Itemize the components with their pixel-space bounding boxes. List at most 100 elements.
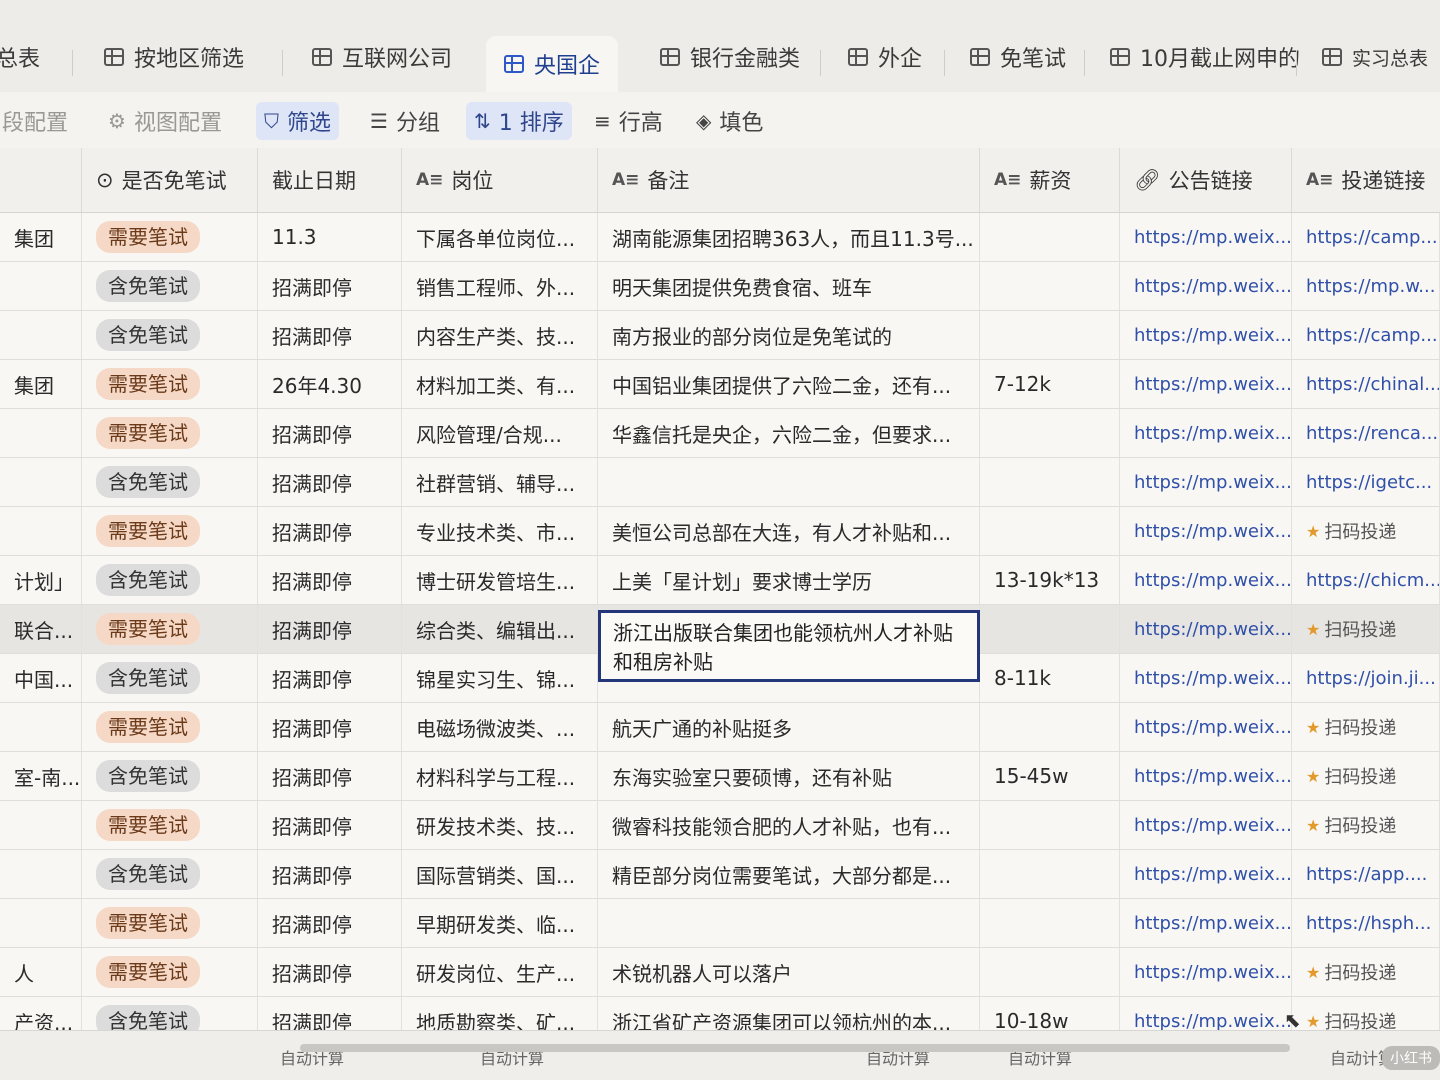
field-config-button[interactable]: 段配置: [0, 102, 76, 140]
exam-cell[interactable]: 需要笔试: [82, 605, 258, 653]
horizontal-scrollbar[interactable]: [300, 1044, 1290, 1052]
salary-cell[interactable]: [980, 948, 1120, 996]
table-row[interactable]: 集团 需要笔试 26年4.30 材料加工类、有... 中国铝业集团提供了六险二金，还有.…: [0, 360, 1440, 409]
row-height-button[interactable]: ≡ 行高: [586, 102, 671, 140]
position-cell[interactable]: 博士研发管培生...: [402, 556, 598, 604]
notice-link-cell[interactable]: https://mp.weix...: [1120, 360, 1292, 408]
table-row[interactable]: 含免笔试 招满即停 社群营销、辅导... https://mp.weix... http…: [0, 458, 1440, 507]
tab-oct-deadline[interactable]: 10月截止网申的: [1110, 30, 1300, 84]
salary-cell[interactable]: [980, 458, 1120, 506]
table-row[interactable]: 含免笔试 招满即停 内容生产类、技... 南方报业的部分岗位是免笔试的 https://…: [0, 311, 1440, 360]
apply-link-cell[interactable]: https://renca...: [1292, 409, 1440, 457]
deadline-cell[interactable]: 招满即停: [258, 801, 402, 849]
position-cell[interactable]: 早期研发类、临...: [402, 899, 598, 947]
salary-cell[interactable]: 7-12k: [980, 360, 1120, 408]
table-row[interactable]: 需要笔试 招满即停 专业技术类、市... 美恒公司总部在大连，有人才补贴和... htt…: [0, 507, 1440, 556]
position-cell[interactable]: 销售工程师、外...: [402, 262, 598, 310]
notice-link-cell[interactable]: https://mp.weix...: [1120, 948, 1292, 996]
company-cell[interactable]: 计划」: [0, 556, 82, 604]
apply-link-cell[interactable]: https://join.ji...: [1292, 654, 1440, 702]
deadline-cell[interactable]: 招满即停: [258, 311, 402, 359]
table-row[interactable]: 需要笔试 招满即停 电磁场微波类、... 航天广通的补贴挺多 https://mp.we…: [0, 703, 1440, 752]
note-cell[interactable]: 明天集团提供免费食宿、班车: [598, 262, 980, 310]
exam-cell[interactable]: 需要笔试: [82, 507, 258, 555]
notice-link-cell[interactable]: https://mp.weix...: [1120, 605, 1292, 653]
note-cell[interactable]: 精臣部分岗位需要笔试，大部分都是...: [598, 850, 980, 898]
table-row[interactable]: 集团 需要笔试 11.3 下属各单位岗位... 湖南能源集团招聘363人，而且11.3号…: [0, 213, 1440, 262]
notice-link-cell[interactable]: https://mp.weix...: [1120, 654, 1292, 702]
table-row[interactable]: 室-南... 含免笔试 招满即停 材料科学与工程... 东海实验室只要硕博，还有补贴 15…: [0, 752, 1440, 801]
apply-link-cell[interactable]: https://chicm...: [1292, 556, 1440, 604]
company-cell[interactable]: [0, 801, 82, 849]
tab-all[interactable]: 总表: [0, 30, 40, 84]
deadline-cell[interactable]: 招满即停: [258, 948, 402, 996]
apply-link-cell[interactable]: ★ 扫码投递: [1292, 801, 1440, 849]
salary-cell[interactable]: [980, 801, 1120, 849]
company-cell[interactable]: 集团: [0, 360, 82, 408]
apply-link-cell[interactable]: ★ 扫码投递: [1292, 752, 1440, 800]
note-cell[interactable]: 术锐机器人可以落户: [598, 948, 980, 996]
notice-link-cell[interactable]: https://mp.weix...: [1120, 556, 1292, 604]
exam-cell[interactable]: 含免笔试: [82, 262, 258, 310]
tab-by-region[interactable]: 按地区筛选: [104, 30, 244, 84]
exam-cell[interactable]: 需要笔试: [82, 703, 258, 751]
fill-color-button[interactable]: ◈ 填色: [688, 102, 771, 140]
header-salary[interactable]: A≡ 薪资: [980, 148, 1120, 212]
header-notice-link[interactable]: 🔗︎ 公告链接: [1120, 148, 1292, 212]
exam-cell[interactable]: 需要笔试: [82, 213, 258, 261]
deadline-cell[interactable]: 11.3: [258, 213, 402, 261]
tab-internship[interactable]: 实习总表: [1322, 30, 1428, 84]
exam-cell[interactable]: 含免笔试: [82, 850, 258, 898]
company-cell[interactable]: [0, 262, 82, 310]
apply-link-cell[interactable]: ★ 扫码投递: [1292, 703, 1440, 751]
salary-cell[interactable]: [980, 409, 1120, 457]
header-note[interactable]: A≡ 备注: [598, 148, 980, 212]
exam-cell[interactable]: 需要笔试: [82, 360, 258, 408]
salary-cell[interactable]: [980, 703, 1120, 751]
note-cell[interactable]: 上美「星计划」要求博士学历: [598, 556, 980, 604]
position-cell[interactable]: 下属各单位岗位...: [402, 213, 598, 261]
position-cell[interactable]: 风险管理/合规...: [402, 409, 598, 457]
notice-link-cell[interactable]: https://mp.weix...: [1120, 507, 1292, 555]
tab-bank-finance[interactable]: 银行金融类: [660, 30, 800, 84]
apply-link-cell[interactable]: https://igetc...: [1292, 458, 1440, 506]
deadline-cell[interactable]: 招满即停: [258, 507, 402, 555]
tab-foreign[interactable]: 外企: [848, 30, 922, 84]
note-cell[interactable]: 东海实验室只要硕博，还有补贴: [598, 752, 980, 800]
salary-cell[interactable]: [980, 213, 1120, 261]
salary-cell[interactable]: 15-45w: [980, 752, 1120, 800]
company-cell[interactable]: 室-南...: [0, 752, 82, 800]
position-cell[interactable]: 内容生产类、技...: [402, 311, 598, 359]
tab-no-exam[interactable]: 免笔试: [970, 30, 1066, 84]
apply-link-cell[interactable]: ★ 扫码投递: [1292, 605, 1440, 653]
salary-cell[interactable]: 13-19k*13: [980, 556, 1120, 604]
company-cell[interactable]: 人: [0, 948, 82, 996]
deadline-cell[interactable]: 招满即停: [258, 703, 402, 751]
company-cell[interactable]: [0, 703, 82, 751]
table-row[interactable]: 含免笔试 招满即停 销售工程师、外... 明天集团提供免费食宿、班车 https://m…: [0, 262, 1440, 311]
exam-cell[interactable]: 含免笔试: [82, 458, 258, 506]
company-cell[interactable]: 中国...: [0, 654, 82, 702]
tab-internet[interactable]: 互联网公司: [312, 30, 452, 84]
note-cell[interactable]: [598, 458, 980, 506]
salary-cell[interactable]: [980, 507, 1120, 555]
deadline-cell[interactable]: 招满即停: [258, 654, 402, 702]
exam-cell[interactable]: 需要笔试: [82, 801, 258, 849]
note-cell[interactable]: 中国铝业集团提供了六险二金，还有...: [598, 360, 980, 408]
position-cell[interactable]: 电磁场微波类、...: [402, 703, 598, 751]
deadline-cell[interactable]: 招满即停: [258, 409, 402, 457]
exam-cell[interactable]: 含免笔试: [82, 654, 258, 702]
note-cell[interactable]: [598, 899, 980, 947]
exam-cell[interactable]: 含免笔试: [82, 752, 258, 800]
apply-link-cell[interactable]: ★ 扫码投递: [1292, 507, 1440, 555]
salary-cell[interactable]: [980, 605, 1120, 653]
position-cell[interactable]: 材料科学与工程...: [402, 752, 598, 800]
salary-cell[interactable]: 8-11k: [980, 654, 1120, 702]
notice-link-cell[interactable]: https://mp.weix...: [1120, 311, 1292, 359]
header-position[interactable]: A≡ 岗位: [402, 148, 598, 212]
table-row[interactable]: 人 需要笔试 招满即停 研发岗位、生产... 术锐机器人可以落户 https://mp.w…: [0, 948, 1440, 997]
notice-link-cell[interactable]: https://mp.weix...: [1120, 213, 1292, 261]
deadline-cell[interactable]: 招满即停: [258, 850, 402, 898]
apply-link-cell[interactable]: https://hsph...: [1292, 899, 1440, 947]
exam-cell[interactable]: 含免笔试: [82, 556, 258, 604]
